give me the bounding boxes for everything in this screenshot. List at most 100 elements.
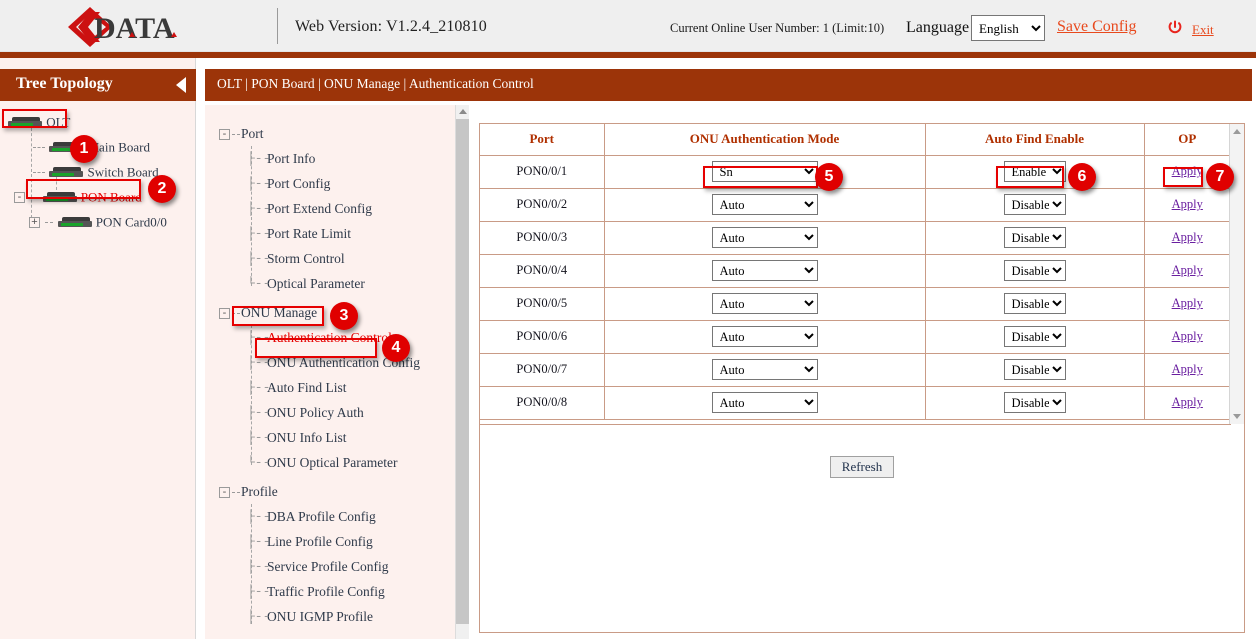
nav-group-port[interactable]: -Port <box>205 121 455 146</box>
nav-item-port-config[interactable]: ├-- Port Config <box>205 171 455 196</box>
nav-connector: ├-- <box>247 171 270 196</box>
nav-item-label: Port Info <box>267 151 315 166</box>
table-row: PON0/0/2 Auto Disable Apply <box>480 188 1230 221</box>
web-version-text: Web Version: V1.2.4_210810 <box>295 18 487 36</box>
nav-item-onu-optical-parameter[interactable]: └-- ONU Optical Parameter <box>205 450 455 475</box>
auth-mode-select[interactable]: Auto <box>712 392 818 413</box>
apply-link[interactable]: Apply <box>1172 329 1203 343</box>
tree-connector <box>30 197 38 198</box>
tree-node-label: OLT <box>46 115 70 130</box>
nav-item-line-profile-config[interactable]: ├-- Line Profile Config <box>205 529 455 554</box>
scroll-up-icon[interactable] <box>459 109 467 114</box>
nav-item-label: Port Extend Config <box>267 201 372 216</box>
nav-group-profile[interactable]: -Profile <box>205 479 455 504</box>
save-config-link[interactable]: Save Config <box>1057 18 1137 36</box>
auto-find-select[interactable]: Disable <box>1004 194 1066 215</box>
nav-connector: ├-- <box>247 554 270 579</box>
nav-item-label: Auto Find List <box>267 380 347 395</box>
breadcrumb-bar: OLT | PON Board | ONU Manage | Authentic… <box>205 69 1252 101</box>
cell-auto-find: Disable <box>925 386 1144 419</box>
column-header-op: OP <box>1144 124 1230 155</box>
power-icon[interactable] <box>1167 20 1183 36</box>
auth-mode-select[interactable]: Auto <box>712 326 818 347</box>
auto-find-select[interactable]: Disable <box>1004 227 1066 248</box>
device-board-icon <box>43 192 77 203</box>
nav-scrollbar[interactable] <box>455 105 469 639</box>
cell-port: PON0/0/3 <box>480 221 604 254</box>
auto-find-select[interactable]: Disable <box>1004 293 1066 314</box>
nav-connector: ├-- <box>247 504 270 529</box>
nav-item-port-info[interactable]: ├-- Port Info <box>205 146 455 171</box>
language-select[interactable]: English <box>971 15 1045 41</box>
apply-link[interactable]: Apply <box>1172 263 1203 277</box>
nav-connector: └-- <box>247 450 270 475</box>
tree-node-label: Switch Board <box>88 165 159 180</box>
nav-item-onu-igmp-profile[interactable]: ├-- ONU IGMP Profile <box>205 604 455 629</box>
nav-item-optical-parameter[interactable]: └-- Optical Parameter <box>205 271 455 296</box>
tree-expander-collapse-icon[interactable]: - <box>14 192 25 203</box>
cell-op: Apply <box>1144 353 1230 386</box>
nav-item-label: Port Config <box>267 176 330 191</box>
tree-expander-expand-icon[interactable]: + <box>29 217 40 228</box>
auth-mode-select[interactable]: Auto <box>712 194 818 215</box>
scroll-up-icon[interactable] <box>1233 129 1241 134</box>
auth-mode-select[interactable]: Auto <box>712 293 818 314</box>
apply-link[interactable]: Apply <box>1172 395 1203 409</box>
nav-expander-icon[interactable]: - <box>219 129 230 140</box>
top-header-bar: DATA Web Version: V1.2.4_210810 Current … <box>0 0 1256 52</box>
tree-node-pon-card[interactable]: + PON Card0/0 <box>0 208 196 233</box>
apply-link[interactable]: Apply <box>1172 362 1203 376</box>
cell-auth-mode: Auto <box>604 287 925 320</box>
apply-link[interactable]: Apply <box>1172 230 1203 244</box>
nav-item-dba-profile-config[interactable]: ├-- DBA Profile Config <box>205 504 455 529</box>
nav-connector: └-- <box>247 271 270 296</box>
nav-connector: ├-- <box>247 375 270 400</box>
auto-find-select[interactable]: Disable <box>1004 392 1066 413</box>
nav-item-onu-policy-auth[interactable]: ├-- ONU Policy Auth <box>205 400 455 425</box>
nav-item-auto-find-list[interactable]: ├-- Auto Find List <box>205 375 455 400</box>
nav-item-storm-control[interactable]: ├-- Storm Control <box>205 246 455 271</box>
cdata-logo: DATA <box>68 3 208 51</box>
nav-group-label: Profile <box>241 484 278 499</box>
table-row: PON0/0/7 Auto Disable Apply <box>480 353 1230 386</box>
table-row: PON0/0/3 Auto Disable Apply <box>480 221 1230 254</box>
refresh-button[interactable]: Refresh <box>830 456 894 478</box>
auth-mode-select[interactable]: Sn <box>712 161 818 182</box>
nav-item-authentication-control[interactable]: ├-- Authentication Control <box>205 325 455 350</box>
auto-find-select[interactable]: Disable <box>1004 260 1066 281</box>
nav-expander-icon[interactable]: - <box>219 308 230 319</box>
nav-group-label: ONU Manage <box>241 305 317 320</box>
nav-item-port-extend-config[interactable]: ├-- Port Extend Config <box>205 196 455 221</box>
step-marker-4: 4 <box>382 334 410 362</box>
nav-connector: ├-- <box>247 425 270 450</box>
auto-find-select[interactable]: Enable <box>1004 161 1066 182</box>
cell-auth-mode: Auto <box>604 188 925 221</box>
nav-item-label: Line Profile Config <box>267 534 373 549</box>
nav-item-traffic-profile-config[interactable]: ├-- Traffic Profile Config <box>205 579 455 604</box>
apply-link[interactable]: Apply <box>1172 164 1203 178</box>
nav-expander-icon[interactable]: - <box>219 487 230 498</box>
apply-link[interactable]: Apply <box>1172 296 1203 310</box>
apply-link[interactable]: Apply <box>1172 197 1203 211</box>
auth-mode-select[interactable]: Auto <box>712 260 818 281</box>
nav-connector: ├-- <box>247 350 270 375</box>
nav-item-service-profile-config[interactable]: ├-- Service Profile Config <box>205 554 455 579</box>
scroll-down-icon[interactable] <box>1233 414 1241 419</box>
device-tree: OLT Main Board Switch Board - PON Boar <box>0 108 196 233</box>
nav-item-onu-authentication-config[interactable]: ├-- ONU Authentication Config <box>205 350 455 375</box>
table-row: PON0/0/6 Auto Disable Apply <box>480 320 1230 353</box>
header-divider <box>277 8 278 44</box>
auto-find-select[interactable]: Disable <box>1004 326 1066 347</box>
nav-connector: ├-- <box>247 579 270 604</box>
nav-item-onu-info-list[interactable]: ├-- ONU Info List <box>205 425 455 450</box>
exit-link[interactable]: Exit <box>1192 22 1214 38</box>
auto-find-select[interactable]: Disable <box>1004 359 1066 380</box>
table-row: PON0/0/4 Auto Disable Apply <box>480 254 1230 287</box>
tree-node-olt[interactable]: OLT <box>0 108 196 133</box>
collapse-left-icon[interactable] <box>176 77 186 93</box>
nav-item-port-rate-limit[interactable]: ├-- Port Rate Limit <box>205 221 455 246</box>
nav-scrollbar-thumb[interactable] <box>456 119 469 624</box>
tree-node-main-board[interactable]: Main Board <box>0 133 196 158</box>
auth-mode-select[interactable]: Auto <box>712 359 818 380</box>
auth-mode-select[interactable]: Auto <box>712 227 818 248</box>
